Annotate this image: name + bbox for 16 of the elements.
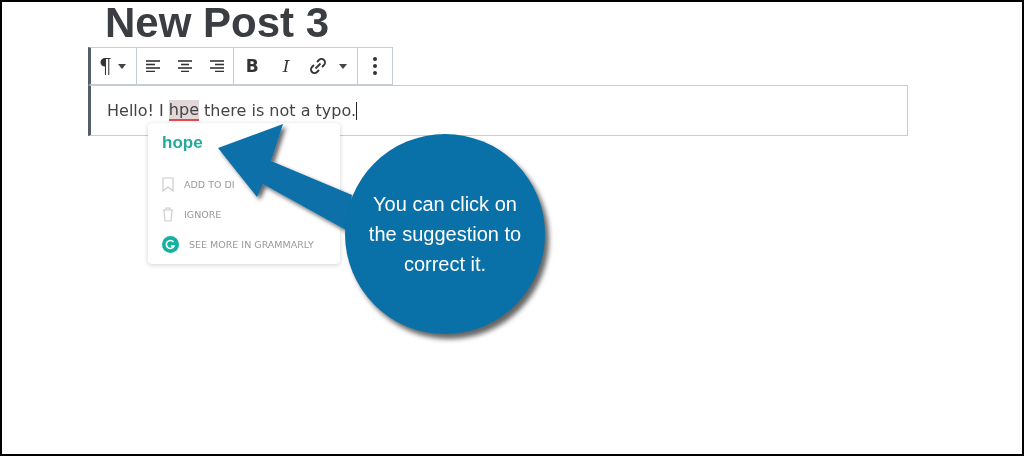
trash-icon [162, 206, 174, 222]
bold-button[interactable]: B [233, 48, 271, 84]
grammarly-logo-icon [162, 235, 179, 253]
link-icon [309, 57, 328, 75]
callout-text: You can click on the suggestion to correct it. [367, 192, 523, 277]
more-options-icon [373, 57, 378, 75]
post-title: New Post 3 [105, 2, 331, 47]
caret-icon [339, 63, 348, 69]
misspelled-word[interactable]: hpe [168, 100, 199, 121]
paragraph-button[interactable]: ¶ [91, 48, 114, 84]
italic-button[interactable]: I [270, 48, 302, 84]
caret-icon [117, 63, 126, 69]
align-center-icon [177, 60, 192, 72]
align-right-icon [209, 60, 224, 72]
bookmark-icon [162, 176, 174, 192]
align-left-icon [145, 60, 160, 72]
